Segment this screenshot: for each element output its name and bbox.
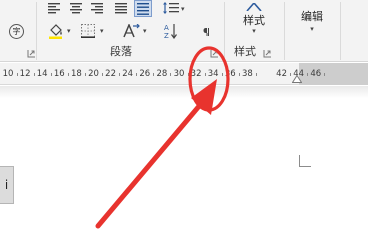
shading-dropdown-icon[interactable]: ▾: [67, 28, 71, 35]
ruler-tick-label: 42: [276, 69, 288, 79]
ruler-tick: [290, 73, 292, 76]
phonetic-guide-glyph: 字: [12, 27, 21, 36]
phonetic-guide-button[interactable]: 字: [9, 24, 24, 39]
ruler-tick: [170, 73, 172, 76]
ruler-tick: [324, 73, 326, 76]
distributed-align-button[interactable]: [134, 0, 152, 17]
ruler-tick-label: 14: [36, 69, 48, 79]
show-formatting-marks-button[interactable]: [202, 26, 212, 36]
pilcrow-icon: [203, 27, 210, 36]
horizontal-ruler[interactable]: 10 12 14 16 18 20 22 24 26 28 30 32 34 36 38 42 44 46: [0, 63, 368, 85]
group-separator: [36, 2, 37, 60]
borders-dropdown-icon[interactable]: ▾: [100, 28, 104, 35]
ruler-tick-label: 22: [105, 69, 117, 79]
right-indent-marker-icon[interactable]: [292, 75, 302, 83]
page-top-shadow: [0, 86, 368, 98]
page-corner-mark: [299, 155, 311, 167]
side-panel-tab-text: i: [4, 178, 9, 192]
ruler-tick-label: 18: [70, 69, 82, 79]
ruler-tick-label: 20: [88, 69, 99, 79]
text-direction-button[interactable]: [122, 23, 140, 39]
ruler-tick: [67, 73, 69, 76]
ruler-tick: [307, 73, 309, 76]
editing-dropdown-icon: ▾: [310, 25, 314, 33]
shading-button[interactable]: [47, 23, 63, 39]
ruler-tick: [33, 73, 35, 76]
ruler-tick-label: 28: [156, 69, 168, 79]
ruler-tick-label: 34: [207, 69, 219, 79]
borders-icon: [81, 24, 95, 38]
editing-button[interactable]: 编辑 ▾: [290, 0, 334, 34]
text-direction-dropdown-icon[interactable]: ▾: [143, 28, 147, 35]
ruler-tick: [255, 73, 257, 76]
styles-icon: [246, 3, 262, 11]
ruler-tick-label: 30: [173, 69, 185, 79]
ruler-tick-label: 32: [190, 69, 202, 79]
ruler-tick: [102, 73, 104, 76]
styles-group-label: 样式: [234, 45, 256, 58]
styles-button[interactable]: 样式 ▾: [232, 0, 276, 38]
side-panel-tab[interactable]: i: [0, 166, 14, 204]
ruler-tick: [221, 73, 223, 76]
dialog-launcher-icon[interactable]: [27, 49, 36, 58]
sort-icon: A Z: [164, 24, 177, 39]
text-direction-icon: [123, 24, 140, 38]
group-separator: [224, 2, 225, 60]
ruler-tick-label: 10: [2, 69, 14, 79]
align-right-button[interactable]: [90, 1, 104, 15]
line-spacing-button[interactable]: [163, 1, 179, 15]
align-left-button[interactable]: [47, 1, 61, 15]
ruler-tick-label: 12: [19, 69, 31, 79]
ruler-tick-label: 26: [139, 69, 151, 79]
svg-text:A: A: [164, 24, 169, 32]
ruler-tick: [119, 73, 121, 76]
ruler-tick: [136, 73, 138, 76]
ruler-tick-label: 24: [122, 69, 134, 79]
paragraph-dialog-launcher-icon[interactable]: [210, 49, 219, 58]
ruler-right-margin: [299, 63, 368, 85]
paragraph-group-label: 段落: [110, 45, 132, 58]
ruler-tick-label: 46: [310, 69, 322, 79]
distributed-align-icon: [137, 2, 149, 15]
ruler-tick: [16, 73, 18, 76]
ruler-tick: [153, 73, 155, 76]
styles-dialog-launcher-icon[interactable]: [263, 49, 272, 58]
ruler-tick: [238, 73, 240, 76]
paint-bucket-icon: [48, 23, 62, 39]
ruler-tick: [187, 73, 189, 76]
align-center-button[interactable]: [69, 1, 83, 15]
svg-text:Z: Z: [164, 32, 169, 39]
ribbon: ▾ 字 ▾ ▾ ▾ A Z 段落 样式 ▾ 样式 编辑 ▾: [0, 0, 368, 62]
sort-button[interactable]: A Z: [164, 23, 178, 39]
line-spacing-dropdown-icon[interactable]: ▾: [181, 6, 185, 13]
line-spacing-icon: [163, 2, 179, 14]
ruler-tick-label: 16: [53, 69, 65, 79]
document-page[interactable]: [0, 86, 368, 251]
ruler-tick: [50, 73, 52, 76]
borders-button[interactable]: [80, 23, 96, 39]
group-separator: [284, 2, 285, 60]
styles-button-label: 样式: [243, 14, 265, 27]
editing-button-label: 编辑: [301, 10, 323, 23]
ruler-tick: [84, 73, 86, 76]
align-left-icon: [48, 2, 60, 13]
ruler-tick-label: 36: [224, 69, 236, 79]
ruler-tick-label: 38: [241, 69, 253, 79]
justify-icon: [115, 2, 127, 13]
align-center-icon: [70, 2, 82, 13]
align-right-icon: [91, 2, 103, 13]
group-separator: [340, 2, 341, 60]
ruler-tick: [204, 73, 206, 76]
styles-dropdown-icon: ▾: [252, 27, 256, 35]
justify-button[interactable]: [114, 1, 128, 15]
